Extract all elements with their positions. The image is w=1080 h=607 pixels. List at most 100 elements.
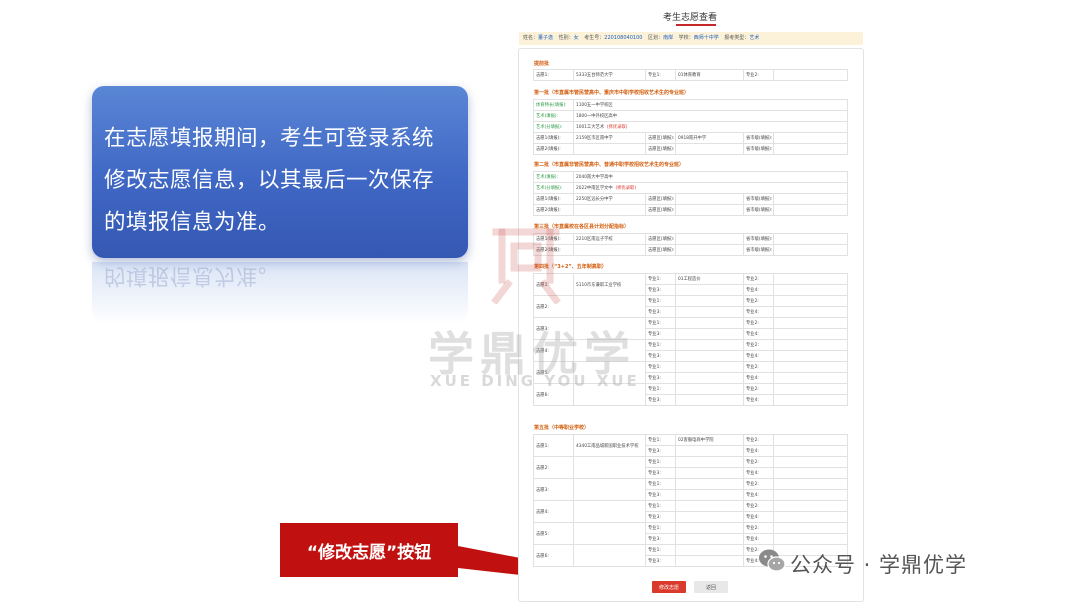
label: 专业4: — [743, 350, 774, 362]
info-type-key: 报考类型： — [724, 35, 750, 41]
value — [675, 244, 744, 256]
value — [773, 533, 848, 545]
value — [773, 233, 848, 245]
label: 专业3: — [645, 555, 676, 567]
value — [675, 361, 744, 373]
label: 专业4: — [743, 284, 774, 296]
label: 专业2: — [743, 273, 774, 285]
value — [675, 328, 744, 340]
label: 专业1: — [645, 500, 676, 512]
value: 2159区市区南中学 — [573, 132, 646, 144]
value — [773, 328, 848, 340]
info-name-key: 姓名： — [523, 35, 539, 41]
value — [773, 478, 848, 490]
table-row: 志愿1: 5110市东谦职工业学校 专业1: 01工程造价 专业2: — [533, 273, 848, 296]
label: 专业3: — [645, 394, 676, 406]
watermark-logo-icon — [491, 228, 561, 304]
value: 2022中南区学文中 (择优录取) — [573, 182, 848, 194]
label: 专业2: — [743, 295, 774, 307]
table-row: 志愿2: 专业1: 专业2: — [533, 456, 848, 479]
wechat-icon — [759, 549, 786, 572]
value — [675, 383, 744, 395]
label: 专业3: — [645, 350, 676, 362]
value — [675, 372, 744, 384]
label: 省市级(填报): — [743, 233, 774, 245]
value — [675, 489, 744, 501]
value — [573, 500, 646, 523]
modify-button-tag: “修改志愿”按钮 — [280, 523, 458, 577]
value — [773, 132, 848, 144]
value: 1800一中外校区高中 — [573, 110, 848, 122]
info-id-value: 220108040100 — [604, 35, 643, 41]
label: 志愿区(填报): — [645, 233, 676, 245]
info-name-value: 董子逸 — [538, 35, 554, 41]
label: 专业2: — [743, 456, 774, 468]
label: 艺术(分填报): — [533, 182, 574, 194]
label: 专业1: — [645, 522, 676, 534]
info-district-key: 区划： — [648, 35, 664, 41]
back-button[interactable]: 返回 — [694, 581, 728, 593]
value — [573, 143, 646, 155]
label: 志愿2: — [533, 456, 574, 479]
label: 专业1: — [645, 69, 676, 81]
note: (择优录取) — [606, 125, 628, 130]
info-gender-key: 性别： — [558, 35, 574, 41]
label: 志愿区(填报): — [645, 244, 676, 256]
label: 专业2: — [743, 361, 774, 373]
label: 专业4: — [743, 489, 774, 501]
label: 专业3: — [645, 328, 676, 340]
label: 专业4: — [743, 372, 774, 384]
batch-5-table: 志愿1: 4340工南品城新国职业技术学校 专业1: 02客服电商中学院 专业2… — [533, 434, 848, 567]
label: 专业2: — [743, 522, 774, 534]
value — [573, 478, 646, 501]
label: 专业1: — [645, 295, 676, 307]
label: 专业1: — [645, 544, 676, 556]
label: 专业3: — [645, 372, 676, 384]
value — [773, 295, 848, 307]
table-row: 志愿3: 专业1: 专业2: — [533, 478, 848, 501]
label: 志愿6: — [533, 544, 574, 567]
value — [675, 317, 744, 329]
label: 省市级(填报): — [743, 204, 774, 216]
value — [675, 350, 744, 362]
label: 志愿区(填报): — [645, 132, 676, 144]
value — [773, 284, 848, 296]
value — [773, 273, 848, 285]
label: 专业2: — [743, 434, 774, 446]
value — [773, 350, 848, 362]
label: 省市级(填报): — [743, 132, 774, 144]
label: 专业4: — [743, 445, 774, 457]
value: 0918南开中学 — [675, 132, 744, 144]
value — [573, 295, 646, 318]
label: 专业3: — [645, 445, 676, 457]
modify-volunteer-button[interactable]: 修改志愿 — [652, 581, 686, 593]
value — [675, 467, 744, 479]
modify-button-tag-label: “修改志愿”按钮 — [306, 542, 432, 563]
value — [675, 204, 744, 216]
table-row: 志愿5: 专业1: 专业2: — [533, 522, 848, 545]
table-row: 艺术(填报): 2040南大中学高中 — [533, 171, 848, 183]
value-text: 2022中南区学文中 — [576, 186, 613, 191]
table-row: 志愿1(填报): 2210区南远子学校 志愿区(填报): 省市级(填报): — [533, 233, 848, 245]
label: 专业2: — [743, 317, 774, 329]
label: 志愿区(填报): — [645, 204, 676, 216]
value — [573, 456, 646, 479]
label: 志愿2(填报): — [533, 204, 574, 216]
label: 志愿3: — [533, 478, 574, 501]
label: 志愿区(填报): — [645, 143, 676, 155]
table-row: 体育特长(填报): 1100五一中学校区 — [533, 99, 848, 111]
label: 志愿1: — [533, 434, 574, 457]
label: 专业4: — [743, 533, 774, 545]
label: 专业1: — [645, 339, 676, 351]
value — [773, 511, 848, 523]
table-row: 艺术(填报): 1800一中外校区高中 — [533, 110, 848, 122]
label: 专业2: — [743, 339, 774, 351]
value — [773, 69, 848, 81]
label: 专业4: — [743, 511, 774, 523]
label: 专业3: — [645, 284, 676, 296]
section-batch-2: 第二批（市直属非管民营高中、普通中职学校招收艺术生的专业班） — [534, 162, 685, 168]
label: 专业3: — [645, 511, 676, 523]
value — [773, 456, 848, 468]
value — [773, 434, 848, 446]
value: 01工程造价 — [675, 273, 744, 285]
